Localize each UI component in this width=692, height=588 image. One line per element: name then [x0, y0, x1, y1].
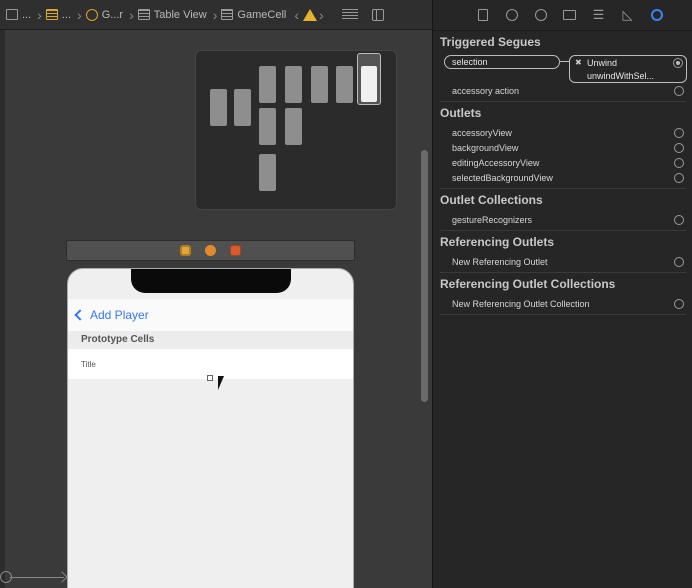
outlet-collection-row: gestureRecognizers	[452, 215, 533, 225]
connection-dot[interactable]	[674, 128, 684, 138]
size-icon[interactable]: ◺	[620, 7, 635, 23]
selection-segue-pill[interactable]: selection	[444, 55, 560, 69]
vertical-scrollbar[interactable]	[421, 150, 428, 402]
connection-dot[interactable]	[674, 86, 684, 96]
divider	[440, 314, 686, 315]
table-cell-icon	[221, 9, 234, 20]
identity-icon[interactable]	[562, 8, 577, 23]
inspector-tabs: ☰ ◺	[433, 0, 692, 31]
view-controller-scene[interactable]: Add Player Prototype Cells Title	[67, 268, 354, 588]
minimap-scene[interactable]	[210, 89, 227, 126]
jump-bar-item-storyboard[interactable]: ...	[45, 9, 71, 21]
unwind-action-label: unwindWithSel...	[587, 71, 655, 81]
minimap-scene[interactable]	[259, 154, 276, 191]
chevron-right-icon: ›	[212, 6, 218, 23]
scene-dock	[66, 240, 355, 261]
attributes-icon[interactable]: ☰	[591, 7, 606, 23]
referencing-outlet-row: New Referencing Outlet	[452, 257, 548, 267]
jump-bar-item-scene[interactable]: G...r	[85, 8, 123, 21]
navigation-bar: Add Player	[68, 299, 353, 331]
back-button[interactable]: Add Player	[90, 308, 149, 322]
outlet-collections-title: Outlet Collections	[440, 193, 543, 207]
connection-dot[interactable]	[674, 158, 684, 168]
outlet-row: backgroundView	[452, 143, 519, 153]
storyboard-icon	[45, 9, 58, 20]
chevron-right-icon: ›	[37, 6, 42, 23]
referencing-outlet-collections-title: Referencing Outlet Collections	[440, 277, 616, 291]
minimap-selected-scene-preview	[361, 66, 377, 102]
outlet-row: selectedBackgroundView	[452, 173, 553, 183]
connection-dot[interactable]	[674, 257, 684, 267]
outlet-row: accessoryView	[452, 128, 512, 138]
jump-bar: ... › ... › G...r › Table View › GameCel…	[0, 0, 432, 30]
help-icon[interactable]	[533, 8, 548, 23]
jump-bar-item-gamecell[interactable]: GameCell	[221, 9, 286, 21]
view-controller-icon[interactable]	[180, 245, 191, 256]
minimap[interactable]	[195, 50, 397, 210]
connection-dot[interactable]	[674, 299, 684, 309]
connections-inspector: ☰ ◺ Triggered Segues selection ✖ Unwind …	[433, 0, 692, 588]
unwind-connection[interactable]: ✖ Unwind unwindWithSel...	[569, 55, 687, 83]
connection-dot[interactable]	[673, 58, 683, 68]
left-edge	[0, 30, 5, 588]
table-view-icon	[137, 9, 150, 20]
mouse-cursor-icon	[218, 376, 224, 390]
minimap-scene[interactable]	[311, 66, 328, 103]
minimap-scene[interactable]	[259, 66, 276, 103]
chevron-left-icon[interactable]	[74, 309, 86, 321]
connection-dot[interactable]	[674, 173, 684, 183]
minimap-selected-scene[interactable]	[357, 53, 381, 105]
scene-icon	[85, 8, 98, 21]
device-notch	[131, 269, 291, 293]
connections-icon[interactable]	[649, 8, 664, 23]
warning-icon[interactable]	[303, 8, 317, 21]
divider	[440, 188, 686, 189]
divider	[440, 272, 686, 273]
remove-connection-icon[interactable]: ✖	[575, 58, 582, 67]
jump-bar-item-table-view[interactable]: Table View	[137, 9, 207, 21]
accessory-action-row: accessory action	[452, 86, 520, 96]
game-cell[interactable]: Title	[68, 349, 353, 381]
minimap-scene[interactable]	[285, 66, 302, 103]
connection-dot[interactable]	[674, 215, 684, 225]
storyboard-canvas[interactable]: ... › ... › G...r › Table View › GameCel…	[0, 0, 432, 588]
unwind-label: Unwind	[587, 58, 618, 68]
editor-options-icon[interactable]	[341, 9, 358, 20]
resize-handle[interactable]	[207, 375, 213, 381]
file-icon	[6, 9, 18, 20]
minimap-scene[interactable]	[259, 108, 276, 145]
prototype-cells-header: Prototype Cells	[68, 331, 353, 349]
chevron-right-icon: ›	[129, 6, 134, 23]
cell-title-label[interactable]: Title	[81, 360, 96, 369]
file-icon[interactable]	[475, 8, 490, 23]
jump-bar-item-project[interactable]: ...	[0, 9, 31, 21]
add-editor-icon[interactable]	[371, 8, 384, 21]
connection-dot[interactable]	[674, 143, 684, 153]
referencing-outlets-title: Referencing Outlets	[440, 235, 555, 249]
divider	[440, 101, 686, 102]
outlet-row: editingAccessoryView	[452, 158, 540, 168]
chevron-left-icon[interactable]: ‹	[294, 7, 299, 23]
minimap-scene[interactable]	[234, 89, 251, 126]
outlets-title: Outlets	[440, 106, 482, 120]
referencing-outlet-collection-row: New Referencing Outlet Collection	[452, 299, 590, 309]
divider	[440, 230, 686, 231]
minimap-scene[interactable]	[285, 108, 302, 145]
chevron-right-icon[interactable]: ›	[319, 7, 324, 23]
history-icon[interactable]	[504, 8, 519, 23]
exit-icon[interactable]	[230, 245, 241, 256]
segue-arrow[interactable]	[10, 577, 64, 578]
triggered-segues-title: Triggered Segues	[440, 35, 541, 49]
chevron-right-icon: ›	[77, 6, 82, 23]
first-responder-icon[interactable]	[205, 245, 216, 256]
minimap-scene[interactable]	[336, 66, 353, 103]
